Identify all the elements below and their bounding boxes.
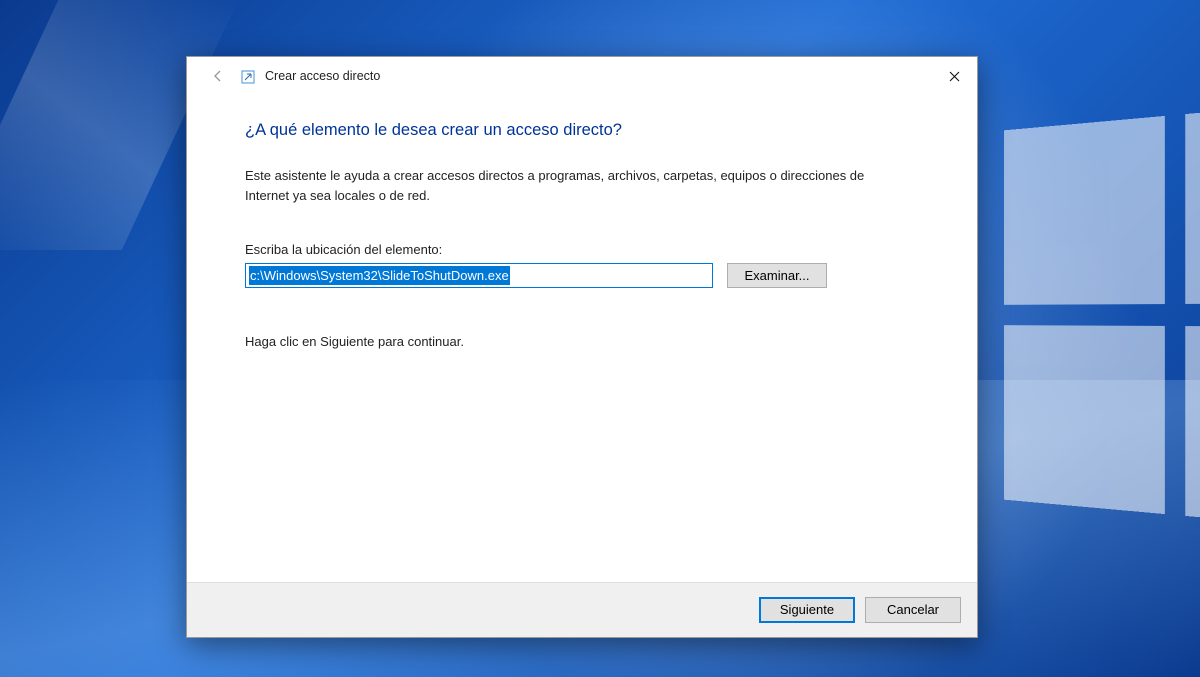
close-icon xyxy=(949,71,960,82)
dialog-content: ¿A qué elemento le desea crear un acceso… xyxy=(187,95,977,582)
dialog-titlebar[interactable]: Crear acceso directo xyxy=(187,57,977,95)
location-row: c:\Windows\System32\SlideToShutDown.exe … xyxy=(245,263,919,288)
cancel-button[interactable]: Cancelar xyxy=(865,597,961,623)
dialog-title: Crear acceso directo xyxy=(265,69,380,83)
create-shortcut-dialog: Crear acceso directo ¿A qué elemento le … xyxy=(186,56,978,638)
dialog-heading: ¿A qué elemento le desea crear un acceso… xyxy=(245,121,919,140)
close-button[interactable] xyxy=(931,61,977,91)
back-arrow-icon[interactable] xyxy=(207,65,229,87)
continue-hint: Haga clic en Siguiente para continuar. xyxy=(245,334,919,349)
shortcut-wizard-icon xyxy=(241,70,255,84)
browse-button[interactable]: Examinar... xyxy=(727,263,827,288)
location-input[interactable]: c:\Windows\System32\SlideToShutDown.exe xyxy=(245,263,713,288)
next-button[interactable]: Siguiente xyxy=(759,597,855,623)
windows-logo-icon xyxy=(1004,97,1200,533)
location-input-value: c:\Windows\System32\SlideToShutDown.exe xyxy=(249,266,510,285)
location-label: Escriba la ubicación del elemento: xyxy=(245,242,919,257)
dialog-footer: Siguiente Cancelar xyxy=(187,582,977,637)
desktop-background: Crear acceso directo ¿A qué elemento le … xyxy=(0,0,1200,677)
dialog-description: Este asistente le ayuda a crear accesos … xyxy=(245,166,905,206)
